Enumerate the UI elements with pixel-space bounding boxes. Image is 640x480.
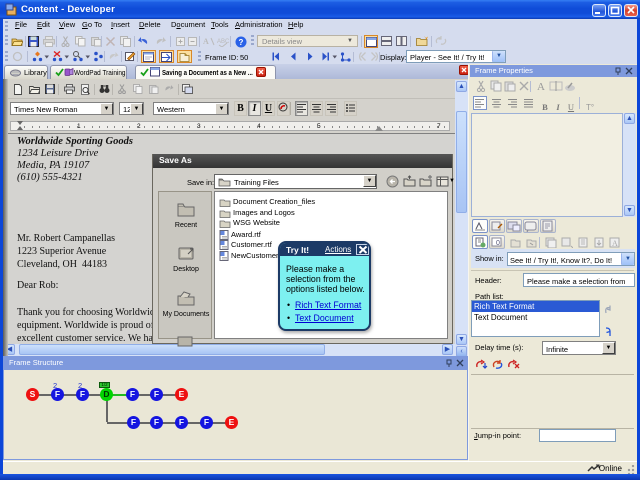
svg-text:?: ? [239,38,244,47]
svg-text:ABC: ABC [217,39,229,45]
svg-text:A: A [537,81,545,92]
svg-text:A: A [612,239,618,248]
svg-text:0: 0 [496,240,500,247]
svg-text:A: A [203,37,209,46]
